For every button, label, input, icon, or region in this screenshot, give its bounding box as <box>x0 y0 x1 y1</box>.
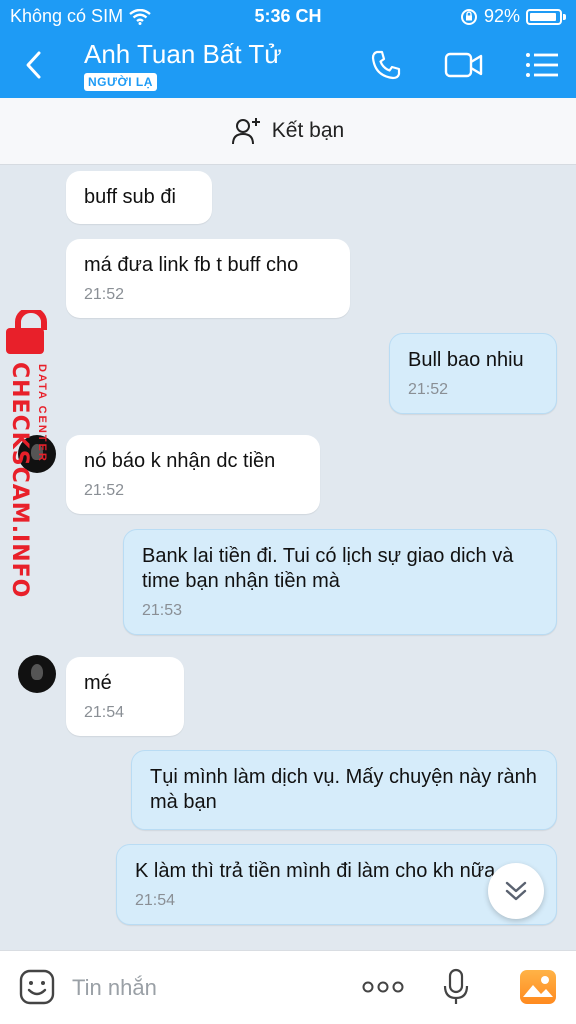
status-bar: Không có SIM 5:36 CH 92% <box>0 0 576 32</box>
composer-bar <box>0 950 576 1024</box>
contact-info[interactable]: Anh Tuan Bất Tử NGƯỜI LẠ <box>84 38 282 91</box>
message-text: mé <box>84 672 112 694</box>
video-call-button[interactable] <box>444 46 484 84</box>
message-text: Bull bao nhiu <box>408 349 524 371</box>
message-text: nó báo k nhận dc tiền <box>84 450 276 472</box>
voice-call-button[interactable] <box>366 46 406 84</box>
more-options-button[interactable] <box>360 967 406 1007</box>
message-text: K làm thì trả tiền mình đi làm cho kh nữ… <box>135 860 501 882</box>
message-text: Tụi mình làm dịch vụ. Mấy chuyện này ràn… <box>150 766 537 813</box>
avatar[interactable] <box>18 655 56 693</box>
message-time: 21:52 <box>84 286 125 303</box>
message-bubble[interactable]: Tụi mình làm dịch vụ. Mấy chuyện này ràn… <box>131 750 557 830</box>
add-friend-label: Kết bạn <box>271 119 345 142</box>
message-list[interactable]: buff sub đi má đưa link fb t buff cho 21… <box>0 165 576 950</box>
message-time: 21:52 <box>84 482 125 499</box>
image-icon <box>520 970 556 1004</box>
scroll-to-bottom-button[interactable] <box>488 863 544 919</box>
add-friend-button[interactable]: Kết bạn <box>0 98 576 165</box>
lock-icon <box>6 310 47 354</box>
message-text: Bank lai tiền đi. Tui có lịch sự giao di… <box>142 545 514 592</box>
chat-options-button[interactable] <box>522 46 562 84</box>
message-time: 21:53 <box>142 602 183 619</box>
video-camera-icon <box>444 52 483 78</box>
message-time: 21:52 <box>408 381 449 398</box>
phone-icon <box>371 50 401 80</box>
add-user-icon <box>231 118 260 145</box>
message-time: 21:54 <box>84 704 125 721</box>
photo-button[interactable] <box>518 967 558 1007</box>
smiley-icon <box>19 969 55 1005</box>
battery-icon <box>526 8 562 25</box>
more-dots-icon <box>362 981 404 993</box>
contact-name: Anh Tuan Bất Tử <box>84 39 282 69</box>
chat-header: Không có SIM 5:36 CH 92% Anh Tuan Bất Tử… <box>0 0 576 98</box>
message-input[interactable] <box>72 973 332 1003</box>
message-bubble[interactable]: nó báo k nhận dc tiền 21:52 <box>66 435 320 514</box>
microphone-icon <box>443 968 469 1004</box>
watermark: CHECKSCAM.INFO DATA CENTER <box>0 310 64 599</box>
message-time: 21:54 <box>135 892 176 909</box>
message-bubble[interactable]: Bull bao nhiu 21:52 <box>389 333 557 414</box>
message-bubble[interactable]: má đưa link fb t buff cho 21:52 <box>66 239 350 318</box>
back-button[interactable] <box>18 48 48 82</box>
watermark-subtext: DATA CENTER <box>36 364 48 463</box>
message-text: má đưa link fb t buff cho <box>84 254 299 276</box>
message-bubble[interactable]: buff sub đi <box>66 171 212 224</box>
message-bubble[interactable]: mé 21:54 <box>66 657 184 736</box>
rotation-lock-icon <box>460 8 477 25</box>
battery-percent: 92% <box>483 6 520 26</box>
nav-bar: Anh Tuan Bất Tử NGƯỜI LẠ <box>0 32 576 98</box>
sticker-button[interactable] <box>18 967 56 1007</box>
double-chevron-down-icon <box>505 881 527 901</box>
message-text: buff sub đi <box>84 186 176 208</box>
chevron-left-icon <box>26 51 41 79</box>
watermark-text: CHECKSCAM.INFO <box>7 362 32 599</box>
list-menu-icon <box>526 53 558 77</box>
voice-message-button[interactable] <box>440 967 472 1007</box>
message-bubble[interactable]: Bank lai tiền đi. Tui có lịch sự giao di… <box>123 529 557 635</box>
stranger-badge: NGƯỜI LẠ <box>84 73 157 91</box>
